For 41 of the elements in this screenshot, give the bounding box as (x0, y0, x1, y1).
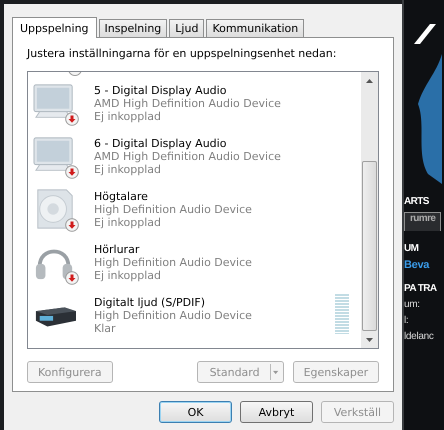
scroll-thumb[interactable] (362, 161, 377, 331)
tab[interactable]: Kommunikation (206, 19, 304, 37)
background-text: Beva (404, 259, 430, 271)
logo-icon (414, 24, 436, 44)
device-name: 5 - Digital Display Audio (94, 84, 228, 97)
background-text: um: (404, 299, 420, 310)
background-text: PA TRA (404, 283, 437, 294)
device-driver: High Definition Audio Device (94, 203, 253, 216)
background-text: rumre (404, 212, 442, 231)
background-text: l: (404, 315, 408, 326)
device-item[interactable]: Hörlurar High Definition Audio Device Ej inkopplad (32, 231, 361, 284)
caret-icon (273, 370, 279, 374)
device-item[interactable]: 6 - Digital Display Audio AMD High Definition Audio Device Ej inkopplad (32, 125, 361, 178)
background-text: ARTS (404, 196, 429, 207)
device-name: Hörlurar (94, 243, 140, 256)
device-driver: AMD High Definition Audio Device (94, 97, 282, 110)
device-status: Klar (94, 322, 117, 335)
tab[interactable]: Inspelning (98, 19, 168, 37)
tab[interactable]: Ljud (169, 19, 204, 37)
dialog-button[interactable]: Avbryt (240, 401, 313, 423)
device-name: Högtalare (94, 190, 149, 203)
device-item[interactable]: 5 - Digital Display Audio AMD High Definition Audio Device Ej inkopplad (32, 72, 361, 125)
scroll-up-icon[interactable] (366, 78, 373, 82)
device-item[interactable]: Högtalare High Definition Audio Device Ej inkopplad (32, 178, 361, 231)
device-status: Ej inkopplad (94, 216, 162, 229)
device-item[interactable]: Digitalt ljud (S/PDIF) High Definition Audio Device Klar (32, 284, 361, 337)
device-status: Ej inkopplad (94, 269, 162, 282)
device-driver: High Definition Audio Device (94, 309, 253, 322)
device-name: 6 - Digital Display Audio (94, 137, 228, 150)
dialog-button[interactable]: OK (159, 401, 232, 423)
background-text: UM (404, 243, 418, 254)
device-status: Ej inkopplad (94, 163, 162, 176)
tab[interactable]: Uppspelning (12, 17, 97, 38)
device-driver: High Definition Audio Device (94, 256, 253, 269)
device-status: Ej inkopplad (94, 110, 162, 123)
scrollbar[interactable] (361, 72, 378, 348)
description-text: Justera inställningarna för en uppspelningsenhet nedan: (27, 47, 338, 62)
background-text: ldelanc (404, 331, 434, 342)
scroll-down-icon[interactable] (366, 338, 373, 342)
device-name: Digitalt ljud (S/PDIF) (94, 296, 206, 309)
device-driver: AMD High Definition Audio Device (94, 150, 282, 163)
